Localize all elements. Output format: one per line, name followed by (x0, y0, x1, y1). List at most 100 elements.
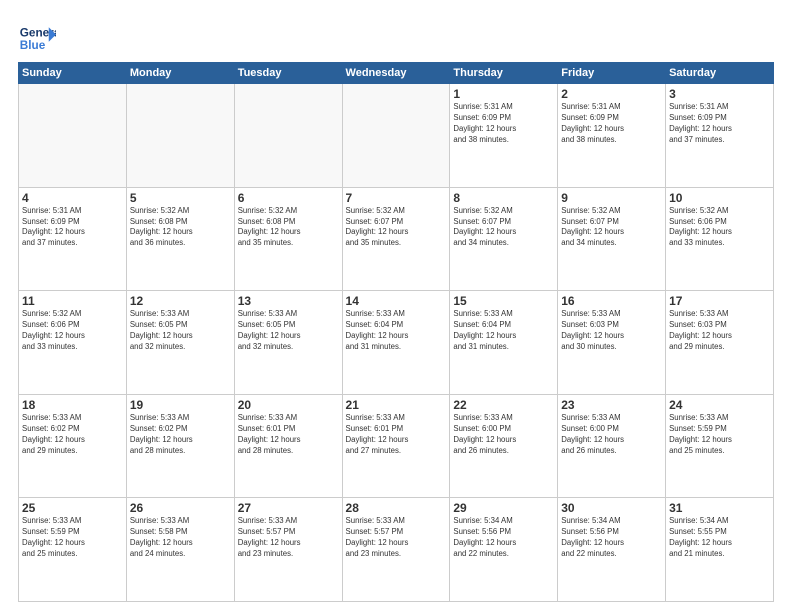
day-number: 26 (130, 501, 231, 515)
day-info: Sunrise: 5:33 AM Sunset: 5:59 PM Dayligh… (22, 516, 123, 560)
day-cell: 23Sunrise: 5:33 AM Sunset: 6:00 PM Dayli… (558, 394, 666, 498)
day-cell (234, 84, 342, 188)
day-info: Sunrise: 5:33 AM Sunset: 5:59 PM Dayligh… (669, 413, 770, 457)
day-number: 19 (130, 398, 231, 412)
day-number: 3 (669, 87, 770, 101)
logo: General Blue (18, 20, 56, 58)
day-info: Sunrise: 5:31 AM Sunset: 6:09 PM Dayligh… (669, 102, 770, 146)
day-info: Sunrise: 5:34 AM Sunset: 5:55 PM Dayligh… (669, 516, 770, 560)
day-header-monday: Monday (126, 63, 234, 84)
day-info: Sunrise: 5:33 AM Sunset: 6:00 PM Dayligh… (453, 413, 554, 457)
day-cell: 13Sunrise: 5:33 AM Sunset: 6:05 PM Dayli… (234, 291, 342, 395)
day-info: Sunrise: 5:33 AM Sunset: 5:57 PM Dayligh… (346, 516, 447, 560)
day-cell: 29Sunrise: 5:34 AM Sunset: 5:56 PM Dayli… (450, 498, 558, 602)
day-cell: 3Sunrise: 5:31 AM Sunset: 6:09 PM Daylig… (666, 84, 774, 188)
day-number: 25 (22, 501, 123, 515)
day-number: 13 (238, 294, 339, 308)
day-cell: 27Sunrise: 5:33 AM Sunset: 5:57 PM Dayli… (234, 498, 342, 602)
week-row-4: 25Sunrise: 5:33 AM Sunset: 5:59 PM Dayli… (19, 498, 774, 602)
day-info: Sunrise: 5:31 AM Sunset: 6:09 PM Dayligh… (453, 102, 554, 146)
day-cell: 22Sunrise: 5:33 AM Sunset: 6:00 PM Dayli… (450, 394, 558, 498)
day-number: 17 (669, 294, 770, 308)
day-info: Sunrise: 5:33 AM Sunset: 5:58 PM Dayligh… (130, 516, 231, 560)
day-number: 16 (561, 294, 662, 308)
day-info: Sunrise: 5:32 AM Sunset: 6:06 PM Dayligh… (22, 309, 123, 353)
day-number: 29 (453, 501, 554, 515)
day-info: Sunrise: 5:33 AM Sunset: 6:01 PM Dayligh… (346, 413, 447, 457)
day-number: 1 (453, 87, 554, 101)
day-cell: 1Sunrise: 5:31 AM Sunset: 6:09 PM Daylig… (450, 84, 558, 188)
day-number: 31 (669, 501, 770, 515)
day-info: Sunrise: 5:33 AM Sunset: 6:03 PM Dayligh… (669, 309, 770, 353)
header-row: SundayMondayTuesdayWednesdayThursdayFrid… (19, 63, 774, 84)
day-cell: 2Sunrise: 5:31 AM Sunset: 6:09 PM Daylig… (558, 84, 666, 188)
day-number: 27 (238, 501, 339, 515)
day-info: Sunrise: 5:32 AM Sunset: 6:08 PM Dayligh… (238, 206, 339, 250)
day-cell: 9Sunrise: 5:32 AM Sunset: 6:07 PM Daylig… (558, 187, 666, 291)
day-cell: 25Sunrise: 5:33 AM Sunset: 5:59 PM Dayli… (19, 498, 127, 602)
day-info: Sunrise: 5:33 AM Sunset: 6:05 PM Dayligh… (238, 309, 339, 353)
day-info: Sunrise: 5:33 AM Sunset: 6:02 PM Dayligh… (130, 413, 231, 457)
svg-text:Blue: Blue (20, 39, 46, 52)
day-header-sunday: Sunday (19, 63, 127, 84)
day-number: 15 (453, 294, 554, 308)
day-header-tuesday: Tuesday (234, 63, 342, 84)
day-cell: 10Sunrise: 5:32 AM Sunset: 6:06 PM Dayli… (666, 187, 774, 291)
day-number: 10 (669, 191, 770, 205)
day-cell: 11Sunrise: 5:32 AM Sunset: 6:06 PM Dayli… (19, 291, 127, 395)
day-number: 28 (346, 501, 447, 515)
day-number: 12 (130, 294, 231, 308)
week-row-2: 11Sunrise: 5:32 AM Sunset: 6:06 PM Dayli… (19, 291, 774, 395)
day-number: 21 (346, 398, 447, 412)
day-info: Sunrise: 5:32 AM Sunset: 6:07 PM Dayligh… (346, 206, 447, 250)
day-header-saturday: Saturday (666, 63, 774, 84)
day-cell: 15Sunrise: 5:33 AM Sunset: 6:04 PM Dayli… (450, 291, 558, 395)
day-info: Sunrise: 5:33 AM Sunset: 6:03 PM Dayligh… (561, 309, 662, 353)
day-number: 9 (561, 191, 662, 205)
day-cell: 26Sunrise: 5:33 AM Sunset: 5:58 PM Dayli… (126, 498, 234, 602)
week-row-0: 1Sunrise: 5:31 AM Sunset: 6:09 PM Daylig… (19, 84, 774, 188)
day-cell: 12Sunrise: 5:33 AM Sunset: 6:05 PM Dayli… (126, 291, 234, 395)
day-cell: 17Sunrise: 5:33 AM Sunset: 6:03 PM Dayli… (666, 291, 774, 395)
day-info: Sunrise: 5:32 AM Sunset: 6:07 PM Dayligh… (453, 206, 554, 250)
day-number: 14 (346, 294, 447, 308)
day-number: 7 (346, 191, 447, 205)
day-header-wednesday: Wednesday (342, 63, 450, 84)
day-number: 18 (22, 398, 123, 412)
day-number: 23 (561, 398, 662, 412)
day-header-friday: Friday (558, 63, 666, 84)
day-cell: 6Sunrise: 5:32 AM Sunset: 6:08 PM Daylig… (234, 187, 342, 291)
day-number: 2 (561, 87, 662, 101)
day-info: Sunrise: 5:32 AM Sunset: 6:07 PM Dayligh… (561, 206, 662, 250)
calendar-page: General Blue SundayMondayTuesdayWednesda… (0, 0, 792, 612)
day-info: Sunrise: 5:33 AM Sunset: 6:05 PM Dayligh… (130, 309, 231, 353)
week-row-3: 18Sunrise: 5:33 AM Sunset: 6:02 PM Dayli… (19, 394, 774, 498)
day-info: Sunrise: 5:31 AM Sunset: 6:09 PM Dayligh… (22, 206, 123, 250)
day-number: 5 (130, 191, 231, 205)
day-cell: 8Sunrise: 5:32 AM Sunset: 6:07 PM Daylig… (450, 187, 558, 291)
day-cell: 30Sunrise: 5:34 AM Sunset: 5:56 PM Dayli… (558, 498, 666, 602)
day-number: 11 (22, 294, 123, 308)
day-info: Sunrise: 5:34 AM Sunset: 5:56 PM Dayligh… (453, 516, 554, 560)
day-cell: 31Sunrise: 5:34 AM Sunset: 5:55 PM Dayli… (666, 498, 774, 602)
day-number: 4 (22, 191, 123, 205)
day-cell: 14Sunrise: 5:33 AM Sunset: 6:04 PM Dayli… (342, 291, 450, 395)
day-cell: 7Sunrise: 5:32 AM Sunset: 6:07 PM Daylig… (342, 187, 450, 291)
day-info: Sunrise: 5:33 AM Sunset: 6:02 PM Dayligh… (22, 413, 123, 457)
day-info: Sunrise: 5:31 AM Sunset: 6:09 PM Dayligh… (561, 102, 662, 146)
day-cell: 20Sunrise: 5:33 AM Sunset: 6:01 PM Dayli… (234, 394, 342, 498)
day-number: 6 (238, 191, 339, 205)
day-info: Sunrise: 5:33 AM Sunset: 6:00 PM Dayligh… (561, 413, 662, 457)
day-cell (19, 84, 127, 188)
day-cell: 5Sunrise: 5:32 AM Sunset: 6:08 PM Daylig… (126, 187, 234, 291)
day-cell: 28Sunrise: 5:33 AM Sunset: 5:57 PM Dayli… (342, 498, 450, 602)
week-row-1: 4Sunrise: 5:31 AM Sunset: 6:09 PM Daylig… (19, 187, 774, 291)
day-cell: 21Sunrise: 5:33 AM Sunset: 6:01 PM Dayli… (342, 394, 450, 498)
day-number: 20 (238, 398, 339, 412)
day-info: Sunrise: 5:33 AM Sunset: 6:04 PM Dayligh… (453, 309, 554, 353)
calendar-table: SundayMondayTuesdayWednesdayThursdayFrid… (18, 62, 774, 602)
day-cell: 4Sunrise: 5:31 AM Sunset: 6:09 PM Daylig… (19, 187, 127, 291)
day-info: Sunrise: 5:34 AM Sunset: 5:56 PM Dayligh… (561, 516, 662, 560)
day-number: 30 (561, 501, 662, 515)
day-cell: 24Sunrise: 5:33 AM Sunset: 5:59 PM Dayli… (666, 394, 774, 498)
